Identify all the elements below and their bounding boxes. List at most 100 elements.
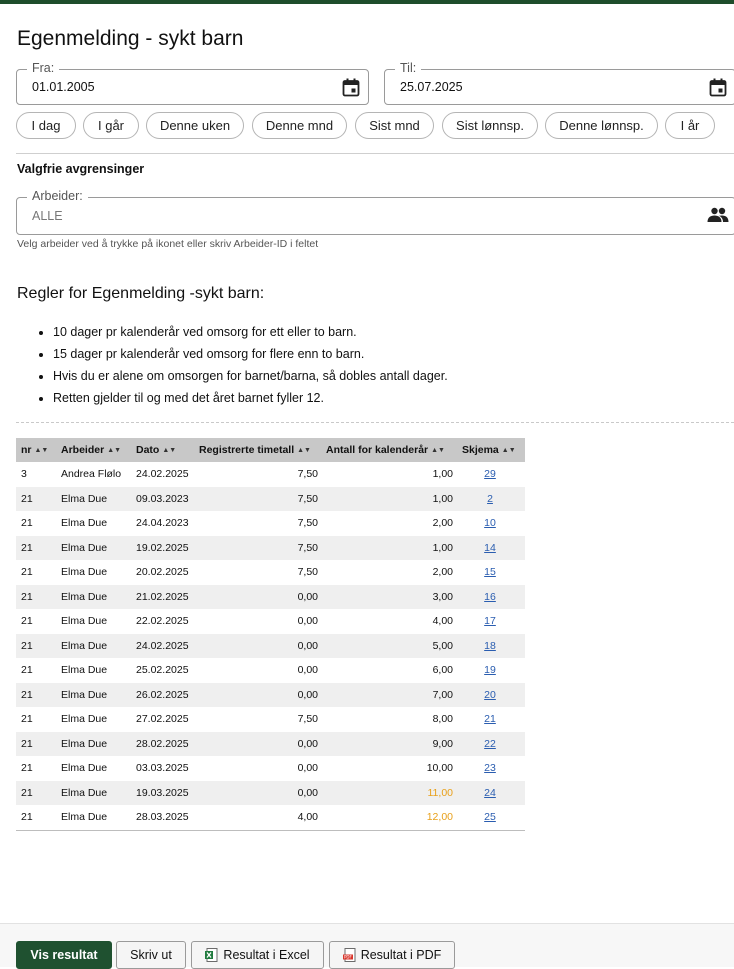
cell-arbeider: Elma Due: [61, 615, 108, 627]
skjema-link[interactable]: 24: [484, 787, 496, 799]
table-row: 21 Elma Due 22.02.2025 0,00 4,00 17: [16, 609, 525, 634]
cell-nr: 21: [21, 664, 33, 676]
skjema-link[interactable]: 2: [487, 493, 493, 505]
col-header-antall[interactable]: Antall for kalenderår ▲▼: [326, 438, 445, 462]
chip-last-pay-period[interactable]: Sist lønnsp.: [442, 112, 538, 139]
cell-nr: 21: [21, 517, 33, 529]
to-date-field[interactable]: Til: 25.07.2025: [384, 61, 734, 105]
worker-input[interactable]: ALLE: [32, 209, 63, 223]
skjema-link[interactable]: 14: [484, 542, 496, 554]
from-date-label: Fra:: [27, 61, 60, 75]
table-row: 21 Elma Due 28.02.2025 0,00 9,00 22: [16, 731, 525, 756]
cell-dato: 19.03.2025: [136, 786, 189, 799]
cell-nr: 21: [21, 566, 33, 578]
cell-dato: 27.02.2025: [136, 713, 189, 725]
cell-dato: 24.02.2025: [136, 639, 189, 652]
cell-antall: 4,00: [432, 615, 453, 627]
skjema-link[interactable]: 22: [484, 738, 496, 750]
show-results-button[interactable]: Vis resultat: [16, 941, 112, 969]
table-row: 21 Elma Due 09.03.2023 7,50 1,00 2: [16, 486, 525, 512]
cell-antall: 1,00: [432, 492, 453, 505]
cell-nr: 21: [21, 737, 33, 750]
cell-antall: 6,00: [432, 664, 453, 676]
print-button[interactable]: Skriv ut: [116, 941, 186, 969]
cell-nr: 21: [21, 786, 33, 799]
sort-icon: ▲▼: [501, 447, 516, 454]
skjema-link[interactable]: 17: [484, 615, 496, 627]
chip-today[interactable]: I dag: [16, 112, 76, 139]
cell-antall: 2,00: [432, 566, 453, 578]
col-header-nr[interactable]: nr ▲▼: [21, 438, 48, 462]
cell-nr: 21: [21, 811, 33, 823]
cell-registrerte-timetall: 0,00: [297, 664, 318, 676]
rule-item: 15 dager pr kalenderår ved omsorg for fl…: [53, 344, 448, 366]
skjema-link[interactable]: 18: [484, 640, 496, 652]
people-icon[interactable]: [707, 207, 729, 223]
table-row: 21 Elma Due 03.03.2025 0,00 10,00 23: [16, 756, 525, 781]
chip-this-week[interactable]: Denne uken: [146, 112, 244, 139]
calendar-icon[interactable]: [342, 78, 360, 97]
table-row: 21 Elma Due 19.03.2025 0,00 11,00 24: [16, 780, 525, 805]
chip-this-year[interactable]: I år: [665, 112, 715, 139]
cell-dato: 28.02.2025: [136, 737, 189, 750]
cell-arbeider: Elma Due: [61, 639, 108, 652]
cell-registrerte-timetall: 0,00: [297, 737, 318, 750]
cell-registrerte-timetall: 7,50: [297, 541, 318, 554]
sort-icon: ▲▼: [107, 447, 122, 454]
cell-skjema: 10: [462, 511, 518, 536]
cell-antall: 1,00: [432, 468, 453, 480]
worker-field[interactable]: Arbeider: ALLE: [16, 189, 734, 235]
cell-skjema: 15: [462, 560, 518, 585]
to-date-value[interactable]: 25.07.2025: [400, 80, 463, 94]
cell-arbeider: Elma Due: [61, 688, 108, 701]
cell-arbeider: Elma Due: [61, 786, 108, 799]
cell-skjema: 17: [462, 609, 518, 634]
skjema-link[interactable]: 23: [484, 762, 496, 774]
chip-last-month[interactable]: Sist mnd: [355, 112, 434, 139]
cell-registrerte-timetall: 7,50: [297, 468, 318, 480]
skjema-link[interactable]: 20: [484, 689, 496, 701]
cell-skjema: 21: [462, 707, 518, 732]
cell-antall: 10,00: [426, 762, 453, 774]
cell-arbeider: Elma Due: [61, 664, 108, 676]
chip-this-pay-period[interactable]: Denne lønnsp.: [545, 112, 658, 139]
skjema-link[interactable]: 25: [484, 811, 496, 823]
table-row: 21 Elma Due 26.02.2025 0,00 7,00 20: [16, 682, 525, 707]
pdf-file-icon: PDF: [342, 948, 356, 962]
cell-skjema: 16: [462, 585, 518, 610]
cell-registrerte-timetall: 0,00: [297, 615, 318, 627]
chip-this-month[interactable]: Denne mnd: [252, 112, 347, 139]
chip-yesterday[interactable]: I går: [83, 112, 139, 139]
cell-antall: 11,00: [427, 786, 454, 799]
quick-range-chips: I dag I går Denne uken Denne mnd Sist mn…: [0, 112, 734, 140]
cell-arbeider: Elma Due: [61, 566, 108, 578]
col-header-skjema[interactable]: Skjema ▲▼: [462, 438, 516, 462]
skjema-link[interactable]: 15: [484, 566, 496, 578]
col-header-dato[interactable]: Dato ▲▼: [136, 438, 176, 462]
pdf-export-button[interactable]: PDF Resultat i PDF: [329, 941, 455, 969]
table-row: 21 Elma Due 28.03.2025 4,00 12,00 25: [16, 805, 525, 830]
col-header-registrerte-timetall[interactable]: Registrerte timetall ▲▼: [199, 438, 311, 462]
excel-export-button[interactable]: Resultat i Excel: [191, 941, 324, 969]
results-table: nr ▲▼ Arbeider ▲▼ Dato ▲▼ Registrerte timet…: [16, 438, 525, 831]
skjema-link[interactable]: 19: [484, 664, 496, 676]
skjema-link[interactable]: 10: [484, 517, 496, 529]
rules-heading: Regler for Egenmelding -sykt barn:: [17, 285, 265, 302]
cell-skjema: 19: [462, 658, 518, 683]
dashed-divider: [16, 422, 734, 423]
skjema-link[interactable]: 16: [484, 591, 496, 603]
cell-skjema: 2: [462, 487, 518, 512]
to-date-label: Til:: [395, 61, 422, 75]
from-date-value[interactable]: 01.01.2005: [32, 80, 95, 94]
table-body: 3 Andrea Flølo 24.02.2025 7,50 1,00 29 21 Elma …: [16, 462, 525, 830]
cell-registrerte-timetall: 4,00: [297, 811, 318, 823]
col-header-arbeider[interactable]: Arbeider ▲▼: [61, 438, 121, 462]
cell-antall: 1,00: [432, 541, 453, 554]
from-date-field[interactable]: Fra: 01.01.2005: [16, 61, 369, 105]
skjema-link[interactable]: 21: [484, 713, 496, 725]
cell-nr: 21: [21, 541, 33, 554]
cell-dato: 21.02.2025: [136, 590, 189, 603]
table-row: 21 Elma Due 21.02.2025 0,00 3,00 16: [16, 584, 525, 610]
skjema-link[interactable]: 29: [484, 468, 496, 480]
calendar-icon[interactable]: [709, 78, 727, 97]
